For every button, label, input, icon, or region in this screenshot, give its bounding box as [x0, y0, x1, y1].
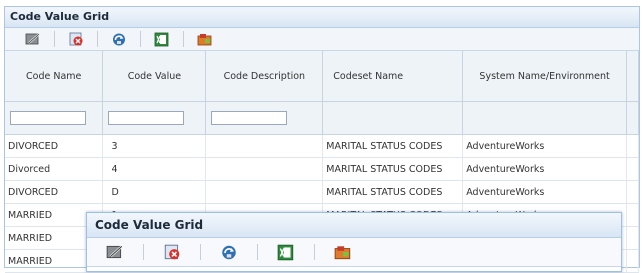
edit-button[interactable] [23, 30, 43, 48]
cell-code-description [205, 134, 324, 158]
cell-code-description [205, 180, 324, 204]
tools-icon [334, 245, 351, 259]
toolbar-separator [314, 244, 315, 260]
export-excel-button[interactable] [276, 243, 296, 261]
column-header-codeset-name[interactable]: Codeset Name [322, 51, 464, 102]
refresh-button[interactable] [109, 30, 129, 48]
cell-code-value: 3 [102, 134, 207, 158]
cell-system-name: AdventureWorks [462, 180, 627, 204]
panel-title: Code Value Grid [87, 213, 621, 238]
filter-cell-empty [626, 101, 640, 135]
export-excel-button[interactable] [152, 30, 172, 48]
table-row[interactable]: DIVORCED D MARITAL STATUS CODES Adventur… [5, 180, 640, 204]
filter-row [5, 101, 640, 135]
column-header-system-name[interactable]: System Name/Environment [462, 51, 627, 102]
tools-button[interactable] [195, 30, 215, 48]
refresh-button[interactable] [219, 243, 239, 261]
grid-toolbar [87, 238, 621, 267]
cell-system-name: AdventureWorks [462, 134, 627, 158]
refresh-icon [222, 245, 236, 259]
toolbar-separator [183, 31, 184, 47]
delete-button[interactable] [66, 30, 86, 48]
edit-button[interactable] [105, 243, 125, 261]
toolbar-separator [140, 31, 141, 47]
toolbar-separator [143, 244, 144, 260]
toolbar-separator [257, 244, 258, 260]
column-header-code-description[interactable]: Code Description [205, 51, 324, 102]
filter-code-value-input[interactable] [108, 110, 185, 125]
filter-code-name-input[interactable] [10, 110, 86, 125]
cell-code-value: D [102, 180, 207, 204]
cell-system-name: AdventureWorks [462, 157, 627, 181]
cell-code-description [205, 157, 324, 181]
delete-icon [69, 32, 83, 45]
cell-codeset-name: MARITAL STATUS CODES [322, 157, 464, 181]
edit-icon [106, 245, 123, 259]
delete-button[interactable] [162, 243, 182, 261]
filter-cell-empty [462, 101, 627, 135]
column-header-code-value[interactable]: Code Value [102, 51, 207, 102]
grid-toolbar [5, 28, 639, 51]
cell-code-name: DIVORCED [5, 134, 104, 158]
delete-icon [164, 244, 180, 259]
toolbar-separator [200, 244, 201, 260]
table-row[interactable]: Divorced 4 MARITAL STATUS CODES Adventur… [5, 157, 640, 181]
column-header-code-name[interactable]: Code Name [5, 51, 104, 102]
panel-title: Code Value Grid [5, 7, 639, 28]
cell-code-value: 4 [102, 157, 207, 181]
tools-icon [197, 33, 212, 45]
cell-code-name: DIVORCED [5, 180, 104, 204]
export-excel-icon [277, 244, 294, 260]
filter-cell-empty [322, 101, 464, 135]
column-header-spacer [626, 51, 640, 102]
code-value-grid-panel-overlay: Code Value Grid [86, 212, 622, 272]
refresh-icon [113, 33, 125, 45]
cell-codeset-name: MARITAL STATUS CODES [322, 180, 464, 204]
cell-codeset-name: MARITAL STATUS CODES [322, 134, 464, 158]
export-excel-icon [154, 32, 169, 46]
toolbar-separator [54, 31, 55, 47]
toolbar-separator [97, 31, 98, 47]
cell-code-name: Divorced [5, 157, 104, 181]
tools-button[interactable] [333, 243, 353, 261]
table-row[interactable]: DIVORCED 3 MARITAL STATUS CODES Adventur… [5, 134, 640, 158]
edit-icon [25, 33, 40, 45]
filter-code-description-input[interactable] [211, 110, 288, 125]
